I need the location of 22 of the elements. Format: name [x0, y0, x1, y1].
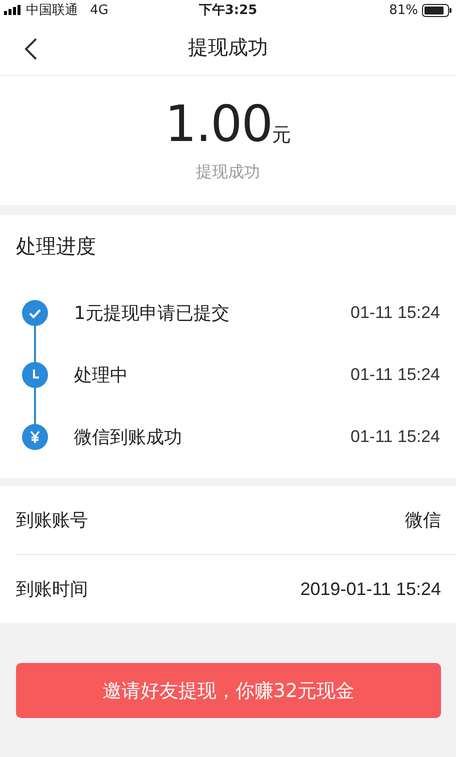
- network-type: 4G: [90, 2, 108, 18]
- carrier-name: 中国联通: [26, 2, 78, 19]
- detail-label: 到账时间: [16, 578, 88, 601]
- step-label: 1元提现申请已提交: [74, 302, 230, 325]
- clock-time: 下午3:25: [198, 2, 258, 19]
- step-time: 01-11 15:24: [350, 303, 440, 323]
- step-label: 处理中: [74, 364, 129, 387]
- invite-button[interactable]: 邀请好友提现，你赚32元现金: [16, 663, 441, 718]
- battery-percent: 81%: [389, 2, 418, 18]
- page-title: 提现成功: [188, 34, 268, 61]
- battery-icon: [422, 4, 452, 16]
- step-time: 01-11 15:24: [350, 365, 440, 385]
- amount-value: 1.00: [164, 96, 272, 152]
- detail-value: 2019-01-11 15:24: [300, 578, 441, 600]
- section-title: 处理进度: [16, 233, 97, 260]
- step-time: 01-11 15:24: [350, 427, 440, 447]
- step-label: 微信到账成功: [74, 426, 183, 449]
- detail-label: 到账账号: [16, 509, 88, 532]
- detail-value: 微信: [405, 509, 441, 532]
- currency-unit: 元: [272, 123, 292, 148]
- signal-icon: [4, 5, 22, 15]
- status-text: 提现成功: [196, 162, 260, 183]
